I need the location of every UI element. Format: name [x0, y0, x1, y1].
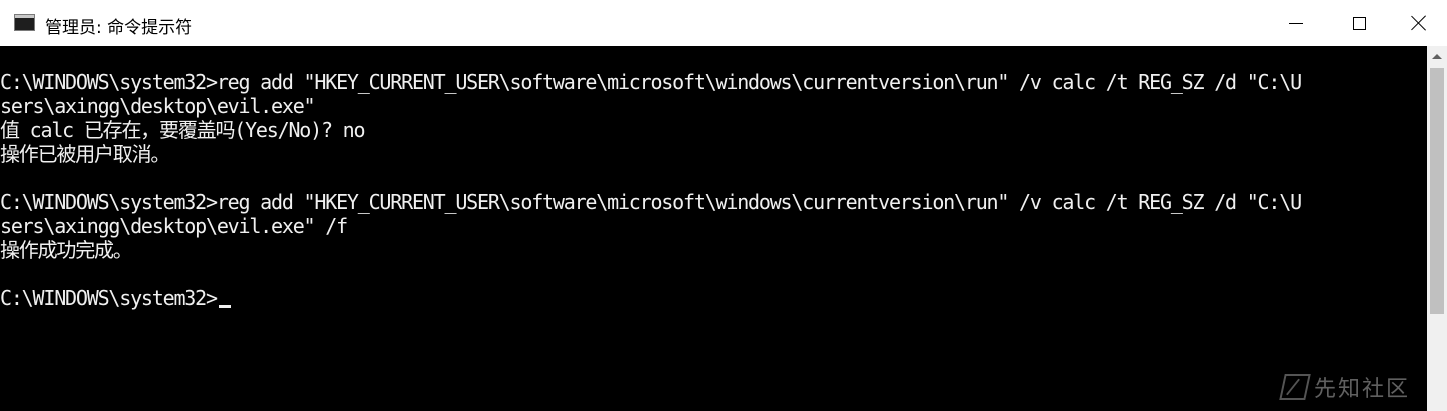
- console-line: 操作已被用户取消。: [0, 142, 170, 166]
- close-icon: [1411, 15, 1427, 31]
- console-line: 值 calc 已存在，要覆盖吗(Yes/No)? no: [0, 118, 366, 142]
- minimize-button[interactable]: [1262, 0, 1330, 46]
- console-line: sers\axingg\desktop\evil.exe" /f: [0, 214, 348, 238]
- console-line: 操作成功完成。: [0, 238, 133, 262]
- xianzhi-logo-icon: [1279, 374, 1311, 400]
- console-output[interactable]: C:\WINDOWS\system32>reg add "HKEY_CURREN…: [0, 46, 1427, 411]
- scrollbar-thumb[interactable]: [1430, 68, 1444, 314]
- text-cursor: [218, 305, 231, 308]
- console-line: C:\WINDOWS\system32>reg add "HKEY_CURREN…: [0, 70, 1302, 94]
- console-line: C:\WINDOWS\system32>reg add "HKEY_CURREN…: [0, 190, 1302, 214]
- maximize-icon: [1352, 16, 1366, 30]
- vertical-scrollbar[interactable]: [1427, 46, 1447, 411]
- watermark: 先知社区: [1279, 371, 1411, 403]
- close-button[interactable]: [1390, 0, 1447, 46]
- console-line: sers\axingg\desktop\evil.exe": [0, 94, 316, 118]
- minimize-icon: [1289, 22, 1303, 24]
- maximize-button[interactable]: [1325, 0, 1393, 46]
- console-line: C:\WINDOWS\system32>: [0, 286, 218, 310]
- cmd-window: 管理员: 命令提示符 C:\WINDOWS\system32>reg add "…: [0, 0, 1447, 411]
- watermark-text: 先知社区: [1314, 377, 1411, 402]
- cmd-icon[interactable]: [14, 14, 35, 31]
- title-bar[interactable]: 管理员: 命令提示符: [0, 0, 1447, 46]
- prompt-line[interactable]: C:\WINDOWS\system32>: [0, 286, 231, 310]
- window-title: 管理员: 命令提示符: [45, 18, 193, 38]
- scroll-up-icon[interactable]: [1432, 54, 1442, 59]
